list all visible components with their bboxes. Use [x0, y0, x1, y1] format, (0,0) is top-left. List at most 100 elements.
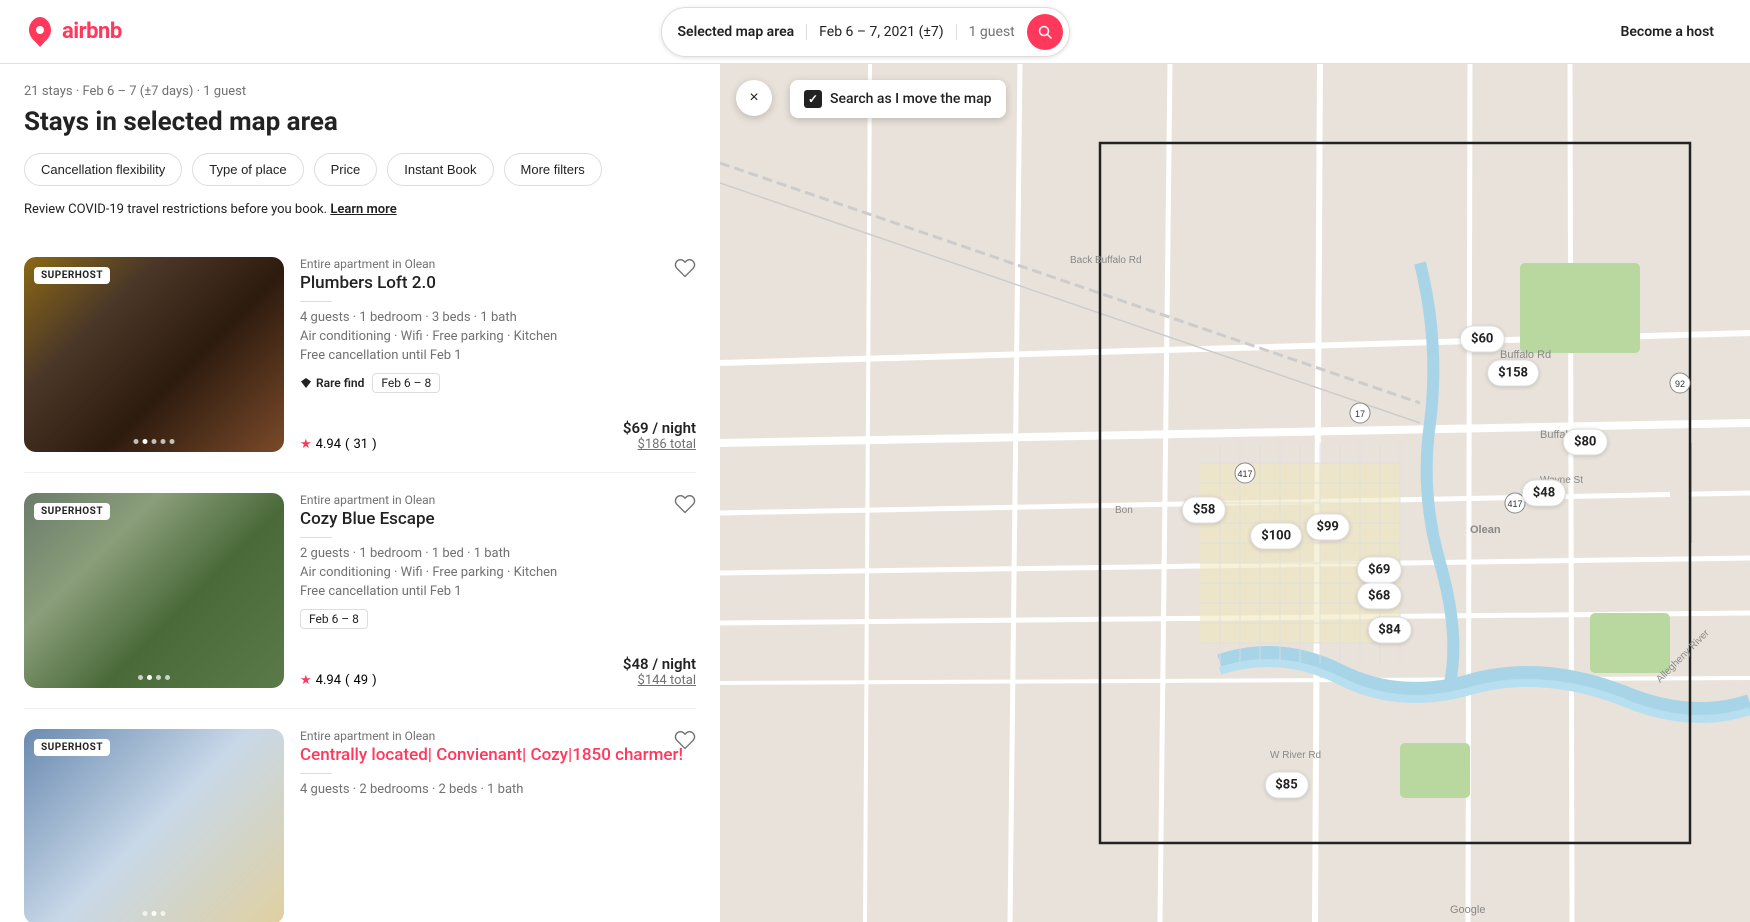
svg-text:Back Buffalo Rd: Back Buffalo Rd — [1070, 255, 1142, 266]
wishlist-button[interactable] — [674, 257, 696, 285]
search-as-move-toggle[interactable]: Search as I move the map — [790, 80, 1006, 118]
listing-card: SUPERHOST Entire apartment in Olean Cent… — [24, 709, 696, 922]
listing-rating: ★ 4.94 (49) — [300, 673, 377, 688]
filter-cancellation[interactable]: Cancellation flexibility — [24, 153, 182, 186]
become-host-link[interactable]: Become a host — [1609, 16, 1726, 48]
dot — [147, 675, 152, 680]
svg-text:Google: Google — [1450, 904, 1485, 916]
listing-price: $48 / night $144 total — [623, 655, 696, 688]
price-pin[interactable]: $99 — [1305, 514, 1349, 541]
listing-amenities: 4 guests · 1 bedroom · 3 beds · 1 bath — [300, 310, 696, 325]
listing-image[interactable]: SUPERHOST — [24, 493, 284, 688]
svg-text:W River Rd: W River Rd — [1270, 750, 1321, 761]
covid-learn-more[interactable]: Learn more — [330, 202, 396, 217]
logo-text: airbnb — [62, 19, 122, 44]
image-dots — [138, 675, 170, 680]
right-panel: Buffalo Rd Buffalo St Wayne St Olean All… — [720, 64, 1750, 922]
svg-text:417: 417 — [1237, 469, 1252, 479]
price-pin[interactable]: $69 — [1357, 557, 1401, 584]
filter-more[interactable]: More filters — [504, 153, 602, 186]
stays-title: Stays in selected map area — [24, 107, 696, 137]
dot — [161, 439, 166, 444]
image-dots — [134, 439, 175, 444]
rare-find-tag: Rare find — [300, 373, 364, 393]
listing-cancellation: Free cancellation until Feb 1 — [300, 348, 696, 363]
price-total: $144 total — [623, 673, 696, 688]
heart-icon — [674, 493, 696, 515]
filter-type[interactable]: Type of place — [192, 153, 303, 186]
search-guests: 1 guest — [957, 24, 1027, 40]
star-icon: ★ — [300, 673, 312, 688]
listing-type: Entire apartment in Olean — [300, 257, 696, 271]
price-total: $186 total — [623, 437, 696, 452]
listing-features: Air conditioning · Wifi · Free parking ·… — [300, 329, 696, 344]
wishlist-button[interactable] — [674, 493, 696, 521]
superhost-badge: SUPERHOST — [34, 503, 110, 520]
map-close-button[interactable]: × — [736, 80, 772, 116]
listing-type: Entire apartment in Olean — [300, 729, 696, 743]
heart-icon — [674, 257, 696, 279]
dot — [165, 675, 170, 680]
dot — [138, 675, 143, 680]
price-per-night: $69 / night — [623, 419, 696, 437]
search-as-move-label: Search as I move the map — [830, 91, 992, 107]
listing-details: Entire apartment in Olean Centrally loca… — [300, 729, 696, 922]
listing-image[interactable]: SUPERHOST — [24, 729, 284, 922]
listing-type: Entire apartment in Olean — [300, 493, 696, 507]
map-container[interactable]: Buffalo Rd Buffalo St Wayne St Olean All… — [720, 64, 1750, 922]
filters-row: Cancellation flexibility Type of place P… — [24, 153, 696, 186]
wishlist-button[interactable] — [674, 729, 696, 757]
listing-amenities: 2 guests · 1 bedroom · 1 bed · 1 bath — [300, 546, 696, 561]
dot — [134, 439, 139, 444]
price-pin[interactable]: $48 — [1522, 480, 1566, 507]
superhost-badge: SUPERHOST — [34, 739, 110, 756]
price-per-night: $48 / night — [623, 655, 696, 673]
listing-price: $69 / night $186 total — [623, 419, 696, 452]
price-pin[interactable]: $100 — [1250, 522, 1302, 549]
heart-icon — [674, 729, 696, 751]
star-icon: ★ — [300, 437, 312, 452]
listing-name[interactable]: Plumbers Loft 2.0 — [300, 273, 696, 293]
logo[interactable]: airbnb — [24, 16, 122, 48]
svg-text:Olean: Olean — [1470, 524, 1501, 536]
stays-meta: 21 stays · Feb 6 – 7 (±7 days) · 1 guest — [24, 84, 696, 99]
listing-details: Entire apartment in Olean Plumbers Loft … — [300, 257, 696, 452]
dot — [152, 911, 157, 916]
price-pin[interactable]: $84 — [1367, 617, 1411, 644]
listing-divider — [300, 773, 332, 774]
search-bar[interactable]: Selected map area Feb 6 – 7, 2021 (±7) 1… — [661, 7, 1070, 57]
price-pin[interactable]: $60 — [1460, 325, 1504, 352]
listing-name[interactable]: Cozy Blue Escape — [300, 509, 696, 529]
listing-image[interactable]: SUPERHOST — [24, 257, 284, 452]
svg-text:Bon: Bon — [1115, 505, 1133, 516]
price-pin[interactable]: $58 — [1182, 497, 1226, 524]
listing-divider — [300, 537, 332, 538]
header: airbnb Selected map area Feb 6 – 7, 2021… — [0, 0, 1750, 64]
price-pin[interactable]: $68 — [1357, 582, 1401, 609]
filter-price[interactable]: Price — [314, 153, 378, 186]
svg-text:92: 92 — [1675, 379, 1685, 389]
listing-name[interactable]: Centrally located| Convienant| Cozy|1850… — [300, 745, 696, 765]
svg-text:417: 417 — [1507, 499, 1522, 509]
dot — [152, 439, 157, 444]
covid-notice: Review COVID-19 travel restrictions befo… — [24, 202, 696, 217]
left-panel: 21 stays · Feb 6 – 7 (±7 days) · 1 guest… — [0, 64, 720, 922]
filter-instant[interactable]: Instant Book — [387, 153, 493, 186]
price-pin[interactable]: $158 — [1487, 359, 1539, 386]
svg-text:17: 17 — [1355, 409, 1365, 419]
dates-tag: Feb 6 – 8 — [300, 609, 368, 629]
airbnb-logo-icon — [24, 16, 56, 48]
price-pin[interactable]: $85 — [1264, 771, 1308, 798]
dot — [143, 439, 148, 444]
main-layout: 21 stays · Feb 6 – 7 (±7 days) · 1 guest… — [0, 64, 1750, 922]
listing-amenities: 4 guests · 2 bedrooms · 2 beds · 1 bath — [300, 782, 696, 797]
listing-card: SUPERHOST Entire apartment in Olean Plum… — [24, 237, 696, 473]
listing-card: SUPERHOST Entire apartment in Olean Cozy… — [24, 473, 696, 709]
superhost-badge: SUPERHOST — [34, 267, 110, 284]
dates-tag: Feb 6 – 8 — [372, 373, 440, 393]
image-dots — [143, 911, 166, 916]
listing-details: Entire apartment in Olean Cozy Blue Esca… — [300, 493, 696, 688]
search-button[interactable] — [1027, 14, 1063, 50]
price-pin[interactable]: $80 — [1563, 428, 1607, 455]
search-dates: Feb 6 – 7, 2021 (±7) — [807, 24, 956, 40]
